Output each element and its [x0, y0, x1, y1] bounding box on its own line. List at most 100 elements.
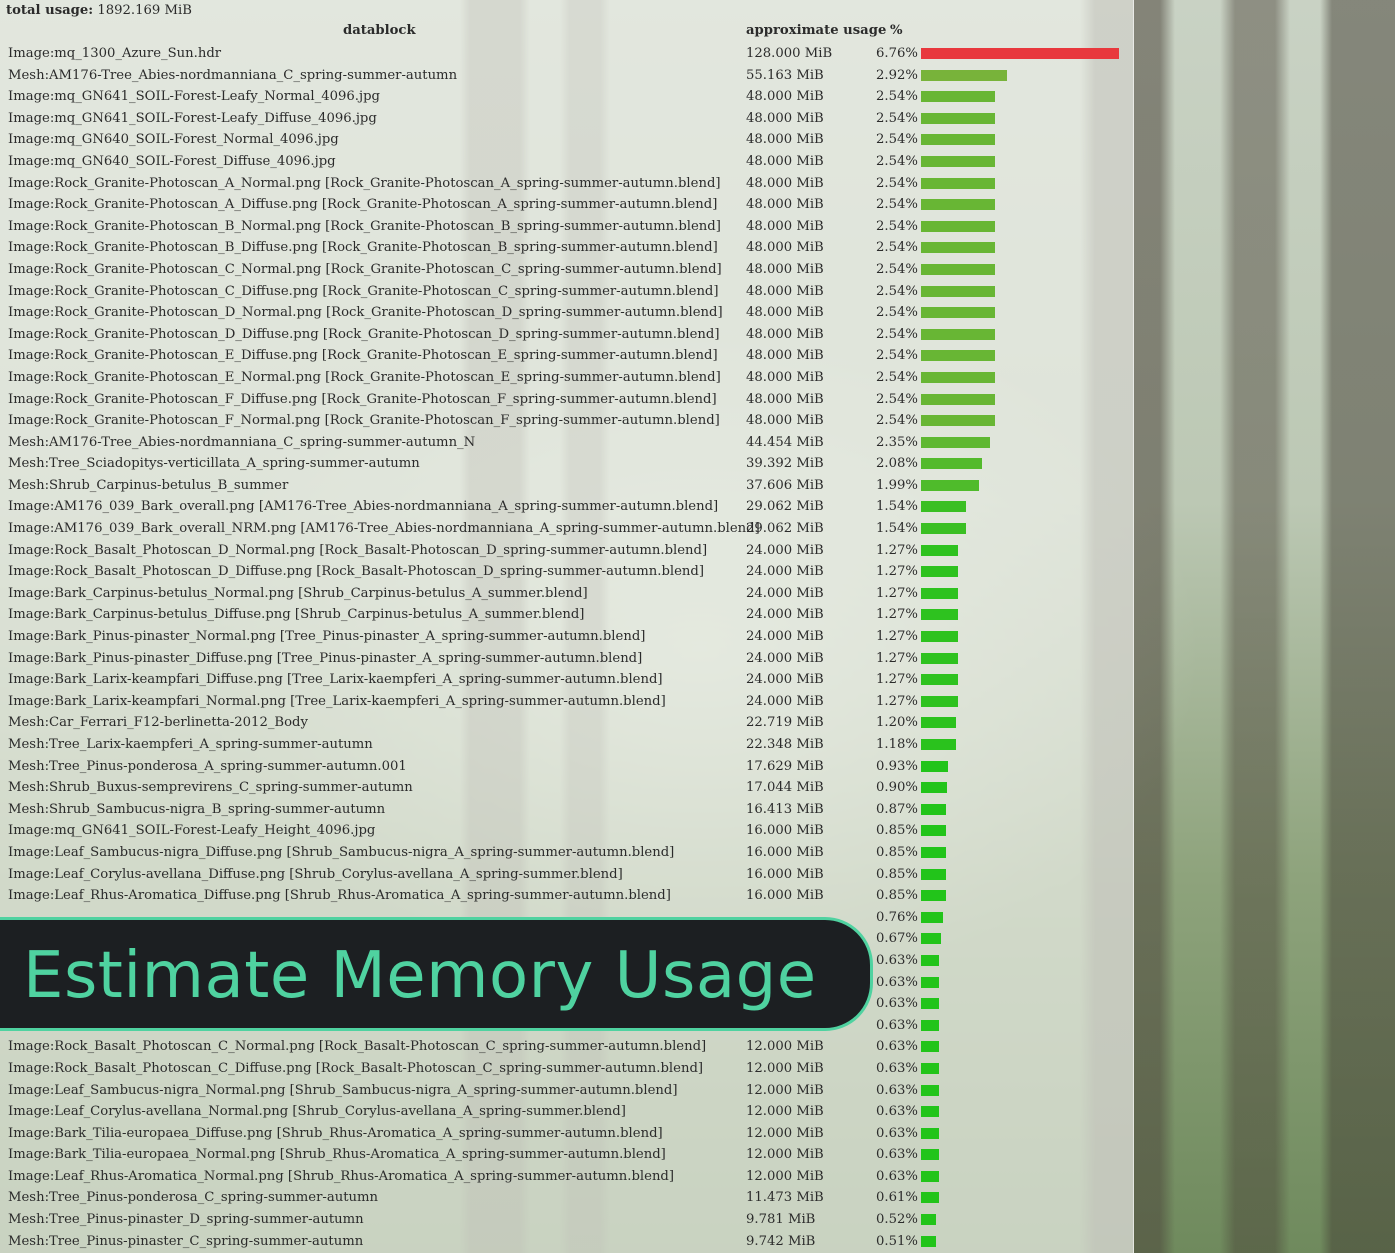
usage-value: 12.000 MiB	[746, 1082, 824, 1098]
percent-value: 0.63%	[876, 1017, 918, 1033]
datablock-name: Image:Rock_Granite-Photoscan_C_Normal.pn…	[8, 261, 722, 277]
usage-value: 16.000 MiB	[746, 844, 824, 860]
datablock-name: Image:Rock_Granite-Photoscan_F_Diffuse.p…	[8, 391, 717, 407]
percent-value: 1.27%	[876, 693, 918, 709]
usage-bar	[921, 69, 1007, 81]
percent-value: 1.54%	[876, 499, 918, 515]
usage-bar	[921, 263, 995, 275]
badge-title: Estimate Memory Usage	[23, 939, 817, 1013]
usage-value: 16.000 MiB	[746, 888, 824, 904]
percent-value: 0.63%	[876, 1060, 918, 1076]
datablock-name: Image:Leaf_Sambucus-nigra_Normal.png [Sh…	[8, 1082, 678, 1098]
percent-value: 1.20%	[876, 715, 918, 731]
percent-value: 0.93%	[876, 758, 918, 774]
usage-bar	[921, 199, 995, 211]
usage-value: 16.000 MiB	[746, 866, 824, 882]
usage-bar	[921, 1019, 939, 1031]
datablock-name: Image:Rock_Granite-Photoscan_F_Normal.pn…	[8, 413, 720, 429]
usage-value: 24.000 MiB	[746, 672, 824, 688]
usage-value: 48.000 MiB	[746, 175, 824, 191]
datablock-name: Image:Bark_Tilia-europaea_Normal.png [Sh…	[8, 1147, 666, 1163]
percent-value: 0.63%	[876, 1125, 918, 1141]
usage-value: 24.000 MiB	[746, 607, 824, 623]
datablock-name: Mesh:Tree_Pinus-ponderosa_C_spring-summe…	[8, 1190, 378, 1206]
usage-bar	[921, 328, 995, 340]
datablock-name: Image:Rock_Granite-Photoscan_A_Normal.pn…	[8, 175, 721, 191]
percent-value: 1.27%	[876, 585, 918, 601]
usage-value: 29.062 MiB	[746, 521, 824, 537]
usage-value: 48.000 MiB	[746, 391, 824, 407]
datablock-name: Image:mq_GN641_SOIL-Forest-Leafy_Diffuse…	[8, 110, 377, 126]
usage-value: 48.000 MiB	[746, 218, 824, 234]
usage-bar	[921, 1106, 939, 1118]
percent-value: 2.92%	[876, 67, 918, 83]
percent-value: 2.54%	[876, 348, 918, 364]
percent-value: 0.67%	[876, 931, 918, 947]
usage-value: 24.000 MiB	[746, 585, 824, 601]
usage-bar	[921, 890, 946, 902]
usage-value: 24.000 MiB	[746, 564, 824, 580]
usage-bar	[921, 609, 958, 621]
usage-value: 48.000 MiB	[746, 261, 824, 277]
usage-bar	[921, 177, 995, 189]
usage-value: 11.473 MiB	[746, 1190, 824, 1206]
usage-value: 44.454 MiB	[746, 434, 824, 450]
usage-value: 48.000 MiB	[746, 89, 824, 105]
datablock-name: Mesh:Car_Ferrari_F12-berlinetta-2012_Bod…	[8, 715, 308, 731]
usage-bar	[921, 631, 958, 643]
percent-value: 2.54%	[876, 132, 918, 148]
usage-bar	[921, 717, 956, 729]
datablock-name: Image:mq_GN641_SOIL-Forest-Leafy_Normal_…	[8, 89, 380, 105]
usage-bar	[921, 1192, 939, 1204]
percent-value: 2.54%	[876, 326, 918, 342]
datablock-name: Image:Leaf_Sambucus-nigra_Diffuse.png [S…	[8, 844, 675, 860]
datablock-name: Image:Rock_Granite-Photoscan_A_Diffuse.p…	[8, 197, 718, 213]
usage-value: 48.000 MiB	[746, 283, 824, 299]
percent-value: 2.54%	[876, 391, 918, 407]
usage-bar	[921, 803, 946, 815]
usage-bar	[921, 91, 995, 103]
usage-bar	[921, 976, 939, 988]
usage-value: 24.000 MiB	[746, 629, 824, 645]
usage-value: 48.000 MiB	[746, 305, 824, 321]
usage-bar	[921, 242, 995, 254]
percent-value: 2.54%	[876, 261, 918, 277]
usage-bar	[921, 393, 995, 405]
column-header-usage: approximate usage	[746, 23, 887, 38]
usage-value: 17.629 MiB	[746, 758, 824, 774]
usage-value: 22.348 MiB	[746, 737, 824, 752]
datablock-name: Image:Bark_Tilia-europaea_Diffuse.png [S…	[8, 1125, 663, 1141]
usage-value: 12.000 MiB	[746, 1060, 824, 1076]
usage-bar	[921, 911, 943, 923]
datablock-name: Image:Rock_Basalt_Photoscan_D_Normal.png…	[8, 542, 708, 558]
percent-value: 2.08%	[876, 456, 918, 472]
usage-bar	[921, 739, 956, 750]
usage-bar	[921, 544, 958, 556]
datablock-name: Image:Rock_Granite-Photoscan_B_Diffuse.p…	[8, 240, 718, 256]
usage-value: 22.719 MiB	[746, 715, 824, 731]
usage-value: 48.000 MiB	[746, 413, 824, 429]
usage-value: 12.000 MiB	[746, 1104, 824, 1120]
datablock-name: Image:Leaf_Rhus-Aromatica_Diffuse.png [S…	[8, 888, 671, 904]
usage-bar	[921, 285, 995, 297]
datablock-name: Mesh:Shrub_Carpinus-betulus_B_summer	[8, 477, 289, 493]
datablock-name: Image:Bark_Larix-keampfari_Diffuse.png […	[8, 672, 663, 688]
percent-value: 1.27%	[876, 542, 918, 558]
percent-value: 1.99%	[876, 477, 918, 493]
usage-bar	[921, 155, 995, 167]
percent-value: 0.61%	[876, 1190, 918, 1206]
usage-value: 37.606 MiB	[746, 477, 824, 493]
datablock-name: Mesh:Tree_Pinus-pinaster_D_spring-summer…	[8, 1212, 364, 1228]
percent-value: 0.63%	[876, 1168, 918, 1184]
usage-bar	[921, 1041, 939, 1053]
title-badge: Estimate Memory Usage	[0, 917, 873, 1031]
percent-value: 2.54%	[876, 240, 918, 256]
usage-value: 48.000 MiB	[746, 369, 824, 385]
percent-value: 0.76%	[876, 909, 918, 925]
datablock-name: Image:Leaf_Corylus-avellana_Normal.png […	[8, 1104, 626, 1120]
usage-value: 24.000 MiB	[746, 650, 824, 666]
percent-value: 0.63%	[876, 1082, 918, 1098]
datablock-name: Image:Rock_Granite-Photoscan_D_Diffuse.p…	[8, 326, 720, 342]
datablock-name: Mesh:Tree_Pinus-pinaster_C_spring-summer…	[8, 1233, 364, 1249]
datablock-name: Image:Rock_Granite-Photoscan_C_Diffuse.p…	[8, 283, 719, 299]
